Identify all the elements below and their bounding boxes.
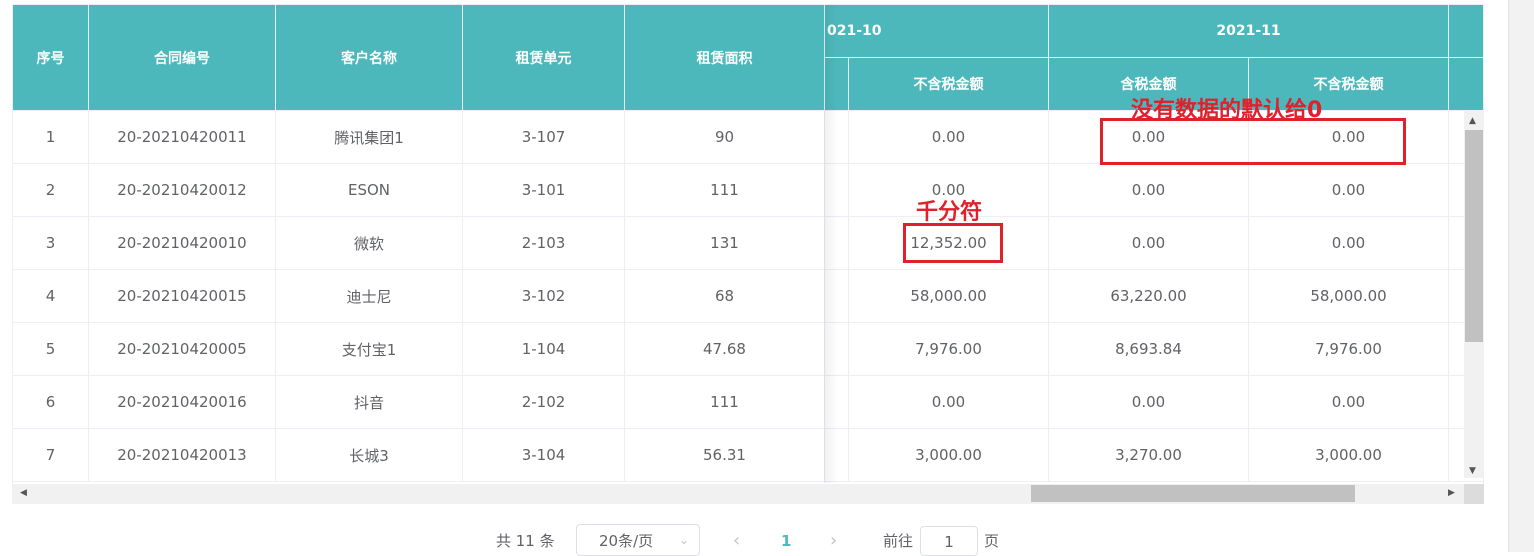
cell-m2-incl: 0.00 — [1049, 164, 1249, 217]
data-table: 序号 合同编号 客户名称 租赁单元 租赁面积 021-10 2021-11 不含… — [12, 4, 1484, 504]
cell-m2-excl: 3,000.00 — [1249, 429, 1449, 482]
header-customer[interactable]: 客户名称 — [276, 5, 463, 111]
goto-label: 前往 — [883, 531, 914, 550]
cell-seq: 3 — [13, 217, 89, 270]
page-size-value: 20条/页 — [599, 531, 654, 550]
cell-unit: 1-104 — [463, 323, 625, 376]
cell-m2-excl: 58,000.00 — [1249, 270, 1449, 323]
cell-m1-excl: 0.00 — [849, 111, 1049, 164]
cell-unit: 2-102 — [463, 376, 625, 429]
cell-hidden — [825, 376, 849, 429]
header-month-next — [1449, 5, 1483, 58]
cell-m2-excl: 0.00 — [1249, 164, 1449, 217]
current-page-number[interactable]: 1 — [781, 532, 791, 550]
cell-m2-incl: 8,693.84 — [1049, 323, 1249, 376]
cell-hidden — [825, 217, 849, 270]
cell-contract: 20-20210420010 — [89, 217, 276, 270]
prev-page-icon[interactable]: ‹ — [733, 530, 740, 551]
header-month-2021-10: 021-10 — [825, 5, 1049, 58]
cell-area: 90 — [625, 111, 825, 164]
cell-m1-excl: 7,976.00 — [849, 323, 1049, 376]
scroll-left-arrow-icon[interactable]: ◀ — [20, 488, 27, 498]
scroll-right-arrow-icon[interactable]: ▶ — [1448, 488, 1455, 498]
page-right-edge — [1508, 0, 1534, 552]
cell-customer: 微软 — [276, 217, 463, 270]
cell-area: 111 — [625, 376, 825, 429]
cell-hidden — [825, 164, 849, 217]
cell-area: 56.31 — [625, 429, 825, 482]
cell-customer: 迪士尼 — [276, 270, 463, 323]
cell-m2-incl: 63,220.00 — [1049, 270, 1249, 323]
cell-m2-incl: 3,270.00 — [1049, 429, 1249, 482]
cell-customer: 抖音 — [276, 376, 463, 429]
cell-contract: 20-20210420013 — [89, 429, 276, 482]
scroll-up-arrow-icon[interactable]: ▲ — [1469, 116, 1476, 126]
annotation-thousands-sep: 千分符 — [916, 200, 983, 225]
header-area[interactable]: 租赁面积 — [625, 5, 825, 111]
cell-unit: 2-103 — [463, 217, 625, 270]
cell-hidden — [825, 111, 849, 164]
cell-m2-excl: 0.00 — [1249, 376, 1449, 429]
cell-m1-excl: 58,000.00 — [849, 270, 1049, 323]
header-m3-col — [1449, 58, 1483, 111]
cell-unit: 3-102 — [463, 270, 625, 323]
cell-contract: 20-20210420005 — [89, 323, 276, 376]
cell-hidden — [825, 270, 849, 323]
cell-customer: ESON — [276, 164, 463, 217]
cell-m1-excl: 3,000.00 — [849, 429, 1049, 482]
cell-area: 68 — [625, 270, 825, 323]
annotation-box-thousands-sep — [903, 223, 1003, 263]
cell-m1-excl: 0.00 — [849, 376, 1049, 429]
cell-m2-excl: 7,976.00 — [1249, 323, 1449, 376]
cell-unit: 3-107 — [463, 111, 625, 164]
cell-contract: 20-20210420016 — [89, 376, 276, 429]
header-m1-excl-tax[interactable]: 不含税金额 — [849, 58, 1049, 111]
cell-seq: 5 — [13, 323, 89, 376]
cell-area: 111 — [625, 164, 825, 217]
chevron-down-icon: ⌄ — [678, 533, 689, 547]
scrollbar-corner — [1464, 484, 1484, 504]
cell-customer: 长城3 — [276, 429, 463, 482]
page-size-select[interactable]: 20条/页 ⌄ — [576, 524, 700, 556]
cell-contract: 20-20210420015 — [89, 270, 276, 323]
cell-hidden — [825, 429, 849, 482]
cell-m2-incl: 0.00 — [1049, 217, 1249, 270]
header-month-2021-11: 2021-11 — [1049, 5, 1449, 58]
cell-m2-excl: 0.00 — [1249, 217, 1449, 270]
cell-unit: 3-101 — [463, 164, 625, 217]
header-seq[interactable]: 序号 — [13, 5, 89, 111]
cell-contract: 20-20210420011 — [89, 111, 276, 164]
cell-seq: 2 — [13, 164, 89, 217]
scroll-down-arrow-icon[interactable]: ▼ — [1469, 466, 1476, 476]
cell-seq: 7 — [13, 429, 89, 482]
cell-customer: 腾讯集团1 — [276, 111, 463, 164]
cell-unit: 3-104 — [463, 429, 625, 482]
annotation-default-zero: 没有数据的默认给0 — [1131, 98, 1323, 123]
header-m1-hidden-col — [825, 58, 849, 111]
cell-area: 131 — [625, 217, 825, 270]
cell-customer: 支付宝1 — [276, 323, 463, 376]
annotation-box-default-zero — [1100, 118, 1406, 165]
cell-m2-incl: 0.00 — [1049, 376, 1249, 429]
cell-area: 47.68 — [625, 323, 825, 376]
pagination-total: 共 11 条 — [496, 531, 555, 550]
vertical-scrollbar-thumb[interactable] — [1465, 130, 1483, 342]
cell-seq: 6 — [13, 376, 89, 429]
cell-seq: 1 — [13, 111, 89, 164]
cell-hidden — [825, 323, 849, 376]
page-suffix-label: 页 — [984, 531, 1000, 550]
horizontal-scrollbar-thumb[interactable] — [1031, 485, 1355, 502]
header-contract-no[interactable]: 合同编号 — [89, 5, 276, 111]
cell-contract: 20-20210420012 — [89, 164, 276, 217]
next-page-icon[interactable]: › — [830, 530, 837, 551]
cell-seq: 4 — [13, 270, 89, 323]
header-unit[interactable]: 租赁单元 — [463, 5, 625, 111]
